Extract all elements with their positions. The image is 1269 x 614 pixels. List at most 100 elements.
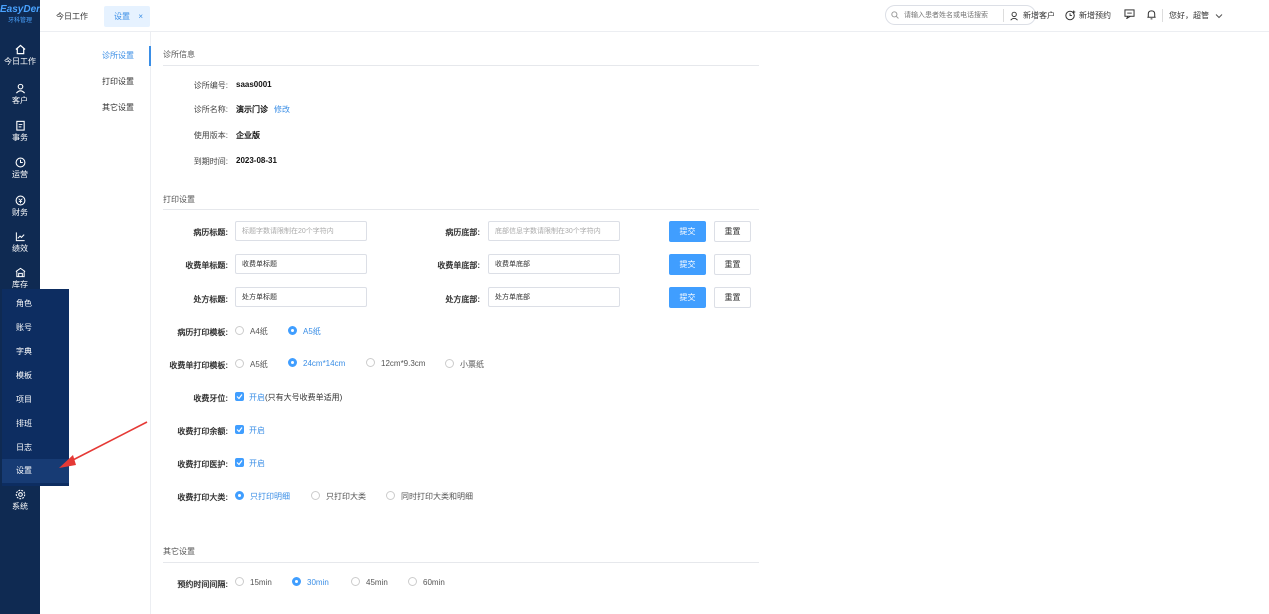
radio-label: 小票纸 bbox=[460, 360, 484, 369]
record-reset-button[interactable]: 重置 bbox=[714, 221, 751, 242]
receipt-reset-button[interactable]: 重置 bbox=[714, 254, 751, 275]
print-category-label: 收费打印大类: bbox=[177, 493, 228, 502]
search-icon bbox=[891, 11, 899, 19]
sidebar-item-performance[interactable]: 绩效 bbox=[0, 231, 40, 254]
chart-icon bbox=[15, 232, 25, 242]
info-label: 到期时间: bbox=[193, 157, 228, 166]
tab-settings[interactable]: 设置 × bbox=[104, 6, 150, 27]
record-title-input[interactable] bbox=[235, 221, 367, 241]
checkbox-checked-icon bbox=[235, 458, 244, 468]
sidebar-item-operations[interactable]: 运营 bbox=[0, 157, 40, 180]
radio-label: 15min bbox=[250, 578, 272, 587]
radio-selected-icon bbox=[288, 358, 297, 368]
section-title-print-settings: 打印设置 bbox=[163, 195, 195, 204]
user-menu[interactable]: 您好，超管 bbox=[1169, 10, 1226, 21]
record-footer-input[interactable] bbox=[488, 221, 620, 241]
clinic-name-value: 演示门诊 修改 bbox=[236, 104, 290, 115]
sidebar-item-label: 库存 bbox=[12, 280, 28, 289]
radio-category-detail-only[interactable]: 只打印明细 bbox=[235, 491, 290, 502]
prescription-footer-label: 处方底部: bbox=[445, 295, 480, 304]
radio-interval-60[interactable]: 60min bbox=[408, 577, 445, 587]
radio-selected-icon bbox=[288, 326, 297, 336]
prescription-footer-input[interactable] bbox=[488, 287, 620, 307]
radio-icon bbox=[408, 577, 417, 587]
receipt-title-input[interactable] bbox=[235, 254, 367, 274]
gear-icon bbox=[15, 489, 25, 500]
divider bbox=[163, 562, 759, 563]
radio-icon bbox=[366, 358, 375, 368]
subnav-clinic-settings[interactable]: 诊所设置 bbox=[40, 46, 151, 66]
divider bbox=[163, 65, 759, 66]
divider bbox=[163, 209, 759, 210]
section-title-other-settings: 其它设置 bbox=[163, 547, 195, 556]
prescription-reset-button[interactable]: 重置 bbox=[714, 287, 751, 308]
sidebar-item-inventory[interactable]: 库存 bbox=[0, 267, 40, 290]
radio-interval-30[interactable]: 30min bbox=[292, 577, 329, 587]
radio-label: 只打印大类 bbox=[326, 492, 366, 501]
new-appointment-button[interactable]: 新增预约 bbox=[1065, 10, 1111, 21]
radio-category-both[interactable]: 同时打印大类和明细 bbox=[386, 491, 473, 502]
edit-clinic-name-link[interactable]: 修改 bbox=[274, 105, 290, 114]
radio-receipt-24x14[interactable]: 24cm*14cm bbox=[288, 358, 345, 368]
radio-label: 60min bbox=[423, 578, 445, 587]
sidebar-item-label: 客户 bbox=[12, 96, 28, 105]
warehouse-icon bbox=[15, 267, 25, 278]
sidebar-item-label: 运营 bbox=[12, 170, 28, 179]
radio-interval-15[interactable]: 15min bbox=[235, 577, 272, 587]
receipt-submit-button[interactable]: 提交 bbox=[669, 254, 706, 275]
print-doctor-checkbox[interactable]: 开启 bbox=[235, 458, 265, 469]
radio-category-only[interactable]: 只打印大类 bbox=[311, 491, 366, 502]
checkbox-checked-icon bbox=[235, 425, 244, 435]
radio-receipt-a5[interactable]: A5纸 bbox=[235, 359, 268, 370]
logo-subtext: 牙科管理 bbox=[7, 18, 32, 24]
radio-icon bbox=[235, 326, 244, 336]
logo: EasyDent 牙科管理 bbox=[0, 4, 40, 24]
checkbox-label: 开启 bbox=[249, 459, 265, 468]
radio-icon bbox=[351, 577, 360, 587]
new-customer-button[interactable]: 新增客户 bbox=[1010, 10, 1055, 21]
divider bbox=[1162, 9, 1163, 22]
message-icon[interactable] bbox=[1124, 9, 1138, 20]
tooth-position-checkbox[interactable]: 开启(只有大号收费单适用) bbox=[235, 392, 342, 403]
sidebar-item-customer[interactable]: 客户 bbox=[0, 83, 40, 106]
tab-today[interactable]: 今日工作 bbox=[56, 6, 88, 27]
greeting-text: 您好，超管 bbox=[1169, 11, 1209, 20]
receipt-footer-input[interactable] bbox=[488, 254, 620, 274]
print-balance-checkbox[interactable]: 开启 bbox=[235, 425, 265, 436]
add-clock-icon bbox=[1065, 10, 1076, 21]
prescription-submit-button[interactable]: 提交 bbox=[669, 287, 706, 308]
info-label: 诊所编号: bbox=[193, 81, 228, 90]
tooth-position-note: (只有大号收费单适用) bbox=[265, 393, 343, 402]
sidebar-item-today[interactable]: 今日工作 bbox=[0, 44, 40, 67]
radio-label: A5纸 bbox=[303, 327, 321, 336]
section-title-clinic-info: 诊所信息 bbox=[163, 50, 195, 59]
interval-label: 预约时间间隔: bbox=[177, 580, 228, 589]
subnav-other-settings[interactable]: 其它设置 bbox=[40, 98, 151, 118]
radio-record-a5[interactable]: A5纸 bbox=[288, 326, 321, 337]
radio-receipt-ticket[interactable]: 小票纸 bbox=[445, 359, 484, 370]
record-submit-button[interactable]: 提交 bbox=[669, 221, 706, 242]
new-customer-label: 新增客户 bbox=[1023, 11, 1055, 20]
money-icon bbox=[15, 195, 25, 206]
user-icon bbox=[15, 83, 25, 94]
prescription-title-label: 处方标题: bbox=[193, 295, 228, 304]
clock-icon bbox=[15, 157, 25, 168]
radio-receipt-12x93[interactable]: 12cm*9.3cm bbox=[366, 358, 425, 368]
radio-icon bbox=[386, 491, 395, 501]
new-appointment-label: 新增预约 bbox=[1079, 11, 1111, 20]
receipt-template-label: 收费单打印模板: bbox=[169, 361, 228, 370]
close-icon[interactable]: × bbox=[138, 6, 143, 27]
radio-interval-45[interactable]: 45min bbox=[351, 577, 388, 587]
clipboard-icon bbox=[15, 120, 25, 131]
sidebar-item-system[interactable]: 系统 bbox=[0, 489, 40, 512]
radio-record-a4[interactable]: A4纸 bbox=[235, 326, 268, 337]
divider bbox=[1003, 9, 1004, 22]
subnav-print-settings[interactable]: 打印设置 bbox=[40, 72, 151, 92]
radio-label: 45min bbox=[366, 578, 388, 587]
prescription-title-input[interactable] bbox=[235, 287, 367, 307]
radio-icon bbox=[445, 359, 454, 369]
sidebar-item-affairs[interactable]: 事务 bbox=[0, 120, 40, 143]
bell-icon[interactable] bbox=[1146, 9, 1160, 20]
sidebar-item-finance[interactable]: 财务 bbox=[0, 195, 40, 218]
top-bar: 今日工作 设置 × 新增客户 新增预约 您好，超管 bbox=[40, 0, 1269, 32]
